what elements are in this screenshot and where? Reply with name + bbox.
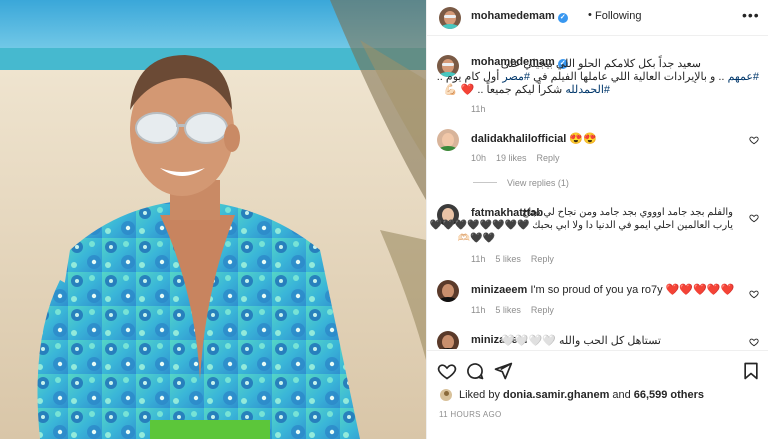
comment-time: 10h [471,153,487,163]
heart-icon[interactable] [437,361,457,381]
reply-button[interactable]: Reply [531,254,554,264]
author-username[interactable]: mohamedemam ✓ [471,10,568,23]
author-avatar[interactable] [439,7,461,29]
separator-dot: • [588,9,592,21]
more-horizontal-icon[interactable]: ••• [742,7,760,23]
caption-line-1: سعيد جداً بكل كلامكم الحلو اللي بيجيلي ع… [500,58,701,70]
comment-likes[interactable]: 19 likes [496,153,527,163]
heart-icon[interactable] [749,135,759,145]
liker-avatar[interactable] [439,388,453,402]
comment-text: 🖤🖤🫶🏻 [457,233,495,244]
comment-icon[interactable] [465,361,485,381]
caption-line-3: #الحمدلله شكراً ليكم جميعاً .. ❤️ 💪🏻 [443,84,610,96]
heart-icon[interactable] [749,289,759,299]
view-replies-button[interactable]: View replies (1) [473,178,569,188]
comment-hearts: ❤️❤️❤️❤️❤️ [665,284,735,296]
comments-scroll[interactable]: mohamedemam ✓ سعيد جداً بكل كلامكم الحلو … [427,37,768,349]
hashtag-link[interactable]: #مصر [502,71,530,83]
caption-time: 11h [471,104,486,114]
comment-text: 😍😍 [569,133,597,145]
comment-text: I'm so proud of you ya ro7y [530,284,663,296]
post-photo[interactable] [0,0,426,439]
action-bar [427,350,768,390]
hashtag-link[interactable]: #الحمدلله [565,84,610,96]
comment: minizaeem I'm so proud of you ya ro7y ❤️… [427,280,768,322]
caption: mohamedemam ✓ سعيد جداً بكل كلامكم الحلو … [427,37,768,119]
following-button[interactable]: Following [595,10,641,22]
comment-text: يارب العالمين احلي ايمو في الدنيا دا ولا… [429,220,733,231]
comment-likes[interactable]: 5 likes [495,305,521,315]
comment-meta: 10h 19 likes Reply [471,153,570,163]
comment: dalidakhalilofficial 😍😍 10h 19 likes Reply… [427,127,768,197]
comment-time: 11h [471,305,486,315]
comment-time: 11h [471,254,486,264]
comment: minizaeem تستاهل كل الحب والله 🤍🤍🤍🤍 [427,331,768,349]
reply-button[interactable]: Reply [537,153,560,163]
post-timestamp: 11 HOURS AGO [439,410,502,419]
verified-icon: ✓ [557,13,568,23]
comment-likes[interactable]: 5 likes [495,254,521,264]
comment-username[interactable]: minizaeem [471,284,527,296]
post-header: mohamedemam ✓ • Following ••• [427,0,768,36]
comment-avatar[interactable] [437,331,459,349]
comment: fatmakhatttab والفلم بجد جامد اوووي بجد … [427,204,768,272]
comment-meta: 11h 5 likes Reply [471,305,564,315]
comment-meta: 11h 5 likes Reply [471,254,564,264]
bookmark-icon[interactable] [741,361,761,381]
comment-text: والفلم بجد جامد اوووي بجد جامد ومن نجاح … [521,207,733,218]
reply-button[interactable]: Reply [531,305,554,315]
likes-count[interactable]: 66,599 others [634,389,704,401]
liker-username[interactable]: donia.samir.ghanem [503,389,609,401]
caption-line-2: #عمهم .. و بالإيرادات العالية اللي عامله… [436,71,759,83]
share-icon[interactable] [493,361,513,381]
hashtag-link[interactable]: #عمهم [728,71,759,83]
post-image [0,0,426,439]
heart-icon[interactable] [749,213,759,223]
comment-text: تستاهل كل الحب والله 🤍🤍🤍🤍 [501,335,661,347]
comment-avatar[interactable] [437,280,459,302]
post-panel: mohamedemam ✓ • Following ••• mohamedemam… [426,0,768,439]
comment-username[interactable]: dalidakhalilofficial [471,133,566,145]
likes-summary: Liked by donia.samir.ghanem and 66,599 o… [439,388,704,402]
heart-icon[interactable] [749,337,759,347]
comment-avatar[interactable] [437,129,459,151]
